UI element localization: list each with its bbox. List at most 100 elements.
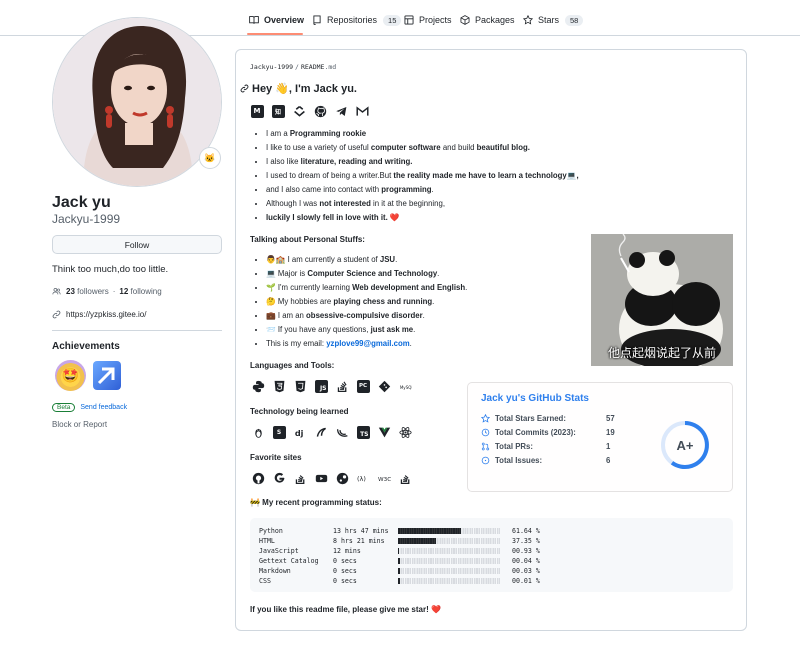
coding-percent: 00.93 % [512, 547, 540, 555]
achievement-badge-starstruck[interactable]: 🤩 [55, 360, 86, 391]
anchor-link-icon[interactable] [240, 84, 249, 93]
list-item: I like to use a variety of useful comput… [266, 141, 579, 155]
coding-progress-bar [398, 568, 500, 574]
beta-badge: Beta [52, 403, 76, 412]
following-label: following [130, 287, 162, 296]
jquery-icon [335, 425, 349, 439]
package-icon [460, 15, 470, 25]
tab-label: Projects [419, 15, 452, 25]
readme-footer: If you like this readme file, please giv… [250, 605, 441, 614]
issue-icon [481, 456, 490, 465]
w3schools-icon[interactable]: W3C [377, 471, 391, 485]
readme-heading: Hey 👋, I'm Jack yu. [240, 82, 357, 95]
list-item: 💻 Major is Computer Science and Technolo… [266, 267, 467, 281]
follow-button[interactable]: Follow [52, 235, 222, 254]
stats-value: 6 [606, 456, 611, 465]
beta-row: Beta Send feedback [52, 403, 127, 412]
telegram-icon[interactable] [334, 104, 348, 118]
list-item: 🌱 I'm currently learning Web development… [266, 281, 467, 295]
table-icon [404, 15, 414, 25]
coding-progress-bar [398, 528, 500, 534]
profile-full-name: Jack yu [52, 194, 111, 211]
zhihu-icon[interactable]: 知 [271, 104, 285, 118]
list-item: and I also came into contact with progra… [266, 183, 579, 197]
gmail-icon[interactable] [355, 104, 369, 118]
stats-row-commits: Total Commits (2023): 19 [481, 428, 621, 437]
list-item: 📨 If you have any questions, just ask me… [266, 323, 467, 337]
list-item: This is my email: yzplove99@gmail.com. [266, 337, 467, 351]
followers-link[interactable]: 23 followers [66, 287, 109, 296]
coding-progress-fill [398, 568, 400, 574]
git-icon [377, 379, 391, 393]
status-emoji[interactable]: 🐱 [199, 147, 221, 169]
django-icon: dj [293, 425, 307, 439]
stats-row-issues: Total Issues: 6 [481, 456, 621, 465]
favorite-sites-icons: (λ) W3C [251, 471, 412, 485]
send-feedback-link[interactable]: Send feedback [80, 404, 127, 411]
stats-value: 1 [606, 442, 611, 451]
languages-icons: JS PC MySQL [251, 379, 412, 393]
list-item: luckily I slowly fell in love with it. ❤… [266, 211, 579, 225]
followers-label: followers [77, 287, 109, 296]
react-icon [398, 425, 412, 439]
github-icon[interactable] [313, 104, 327, 118]
tab-projects[interactable]: Projects [404, 8, 452, 32]
stats-label: Total Commits (2023): [495, 428, 576, 437]
stackoverflow-site-icon[interactable] [293, 471, 307, 485]
pull-request-icon [481, 442, 490, 451]
block-or-report-link[interactable]: Block or Report [52, 420, 107, 429]
codesandbox-icon[interactable]: (λ) [356, 471, 370, 485]
website-link[interactable]: https://yzpkiss.gitee.io/ [66, 310, 146, 319]
tab-packages[interactable]: Packages [460, 8, 515, 32]
coding-progress-fill [398, 548, 399, 554]
following-link[interactable]: 12 following [119, 287, 161, 296]
history-icon [481, 428, 490, 437]
stats-label: Total Stars Earned: [495, 414, 566, 423]
list-item: Although I was not interested in it at t… [266, 197, 579, 211]
javascript-icon: JS [314, 379, 328, 393]
active-tab-indicator [247, 33, 303, 35]
google-icon[interactable] [272, 471, 286, 485]
coding-time: 13 hrs 47 mins [333, 527, 389, 535]
coding-language: JavaScript [259, 547, 299, 555]
svg-text:W3C: W3C [378, 476, 391, 482]
path-separator: / [295, 63, 299, 71]
github-icon[interactable] [251, 471, 265, 485]
star-icon [480, 413, 491, 423]
sass-icon: S [272, 425, 286, 439]
tab-label: Repositories [327, 15, 378, 25]
email-link[interactable]: yzplove99@gmail.com [326, 339, 409, 348]
tab-stars[interactable]: Stars 58 [522, 8, 584, 32]
typescript-icon: TS [356, 425, 370, 439]
tab-overview[interactable]: Overview [249, 8, 304, 32]
readme-path-user[interactable]: Jackyu-1999 [250, 63, 293, 71]
coding-percent: 00.03 % [512, 567, 540, 575]
stars-count-badge: 58 [565, 14, 584, 26]
divider [52, 330, 222, 331]
mysql-icon: MySQL [398, 379, 412, 393]
coding-time: 0 secs [333, 567, 357, 575]
coding-row: Python 13 hrs 47 mins 61.64 % [259, 527, 540, 535]
list-item: I am a Programming rookie [266, 127, 579, 141]
steam-icon[interactable] [335, 471, 349, 485]
coding-progress-fill [398, 538, 437, 544]
stats-label: Total PRs: [495, 442, 533, 451]
tab-repositories[interactable]: Repositories 15 [312, 8, 402, 32]
coding-percent: 00.04 % [512, 557, 540, 565]
readme-path-file[interactable]: README [301, 63, 324, 71]
grade-label: A+ [676, 437, 694, 453]
youtube-icon[interactable] [314, 471, 328, 485]
github-stats-card: Jack yu's GitHub Stats Total Stars Earne… [467, 382, 733, 492]
coding-stats-block: Python 13 hrs 47 mins 61.64 % HTML 8 hrs 21 … [250, 518, 733, 592]
followers-row: 23 followers · 12 following [52, 287, 162, 296]
achievement-badge-pull-shark[interactable] [93, 361, 121, 390]
svg-text:(λ): (λ) [357, 474, 366, 482]
panda-smoking-gif: 他点起烟说起了从前 [591, 234, 733, 366]
stats-value: 57 [606, 414, 615, 423]
juejin-icon[interactable] [292, 104, 306, 118]
medium-icon[interactable]: M [250, 104, 264, 118]
readme-path-ext: .md [324, 63, 337, 71]
stackexchange-icon[interactable] [398, 471, 412, 485]
coding-progress-fill [398, 528, 461, 534]
avatar[interactable] [52, 17, 222, 187]
